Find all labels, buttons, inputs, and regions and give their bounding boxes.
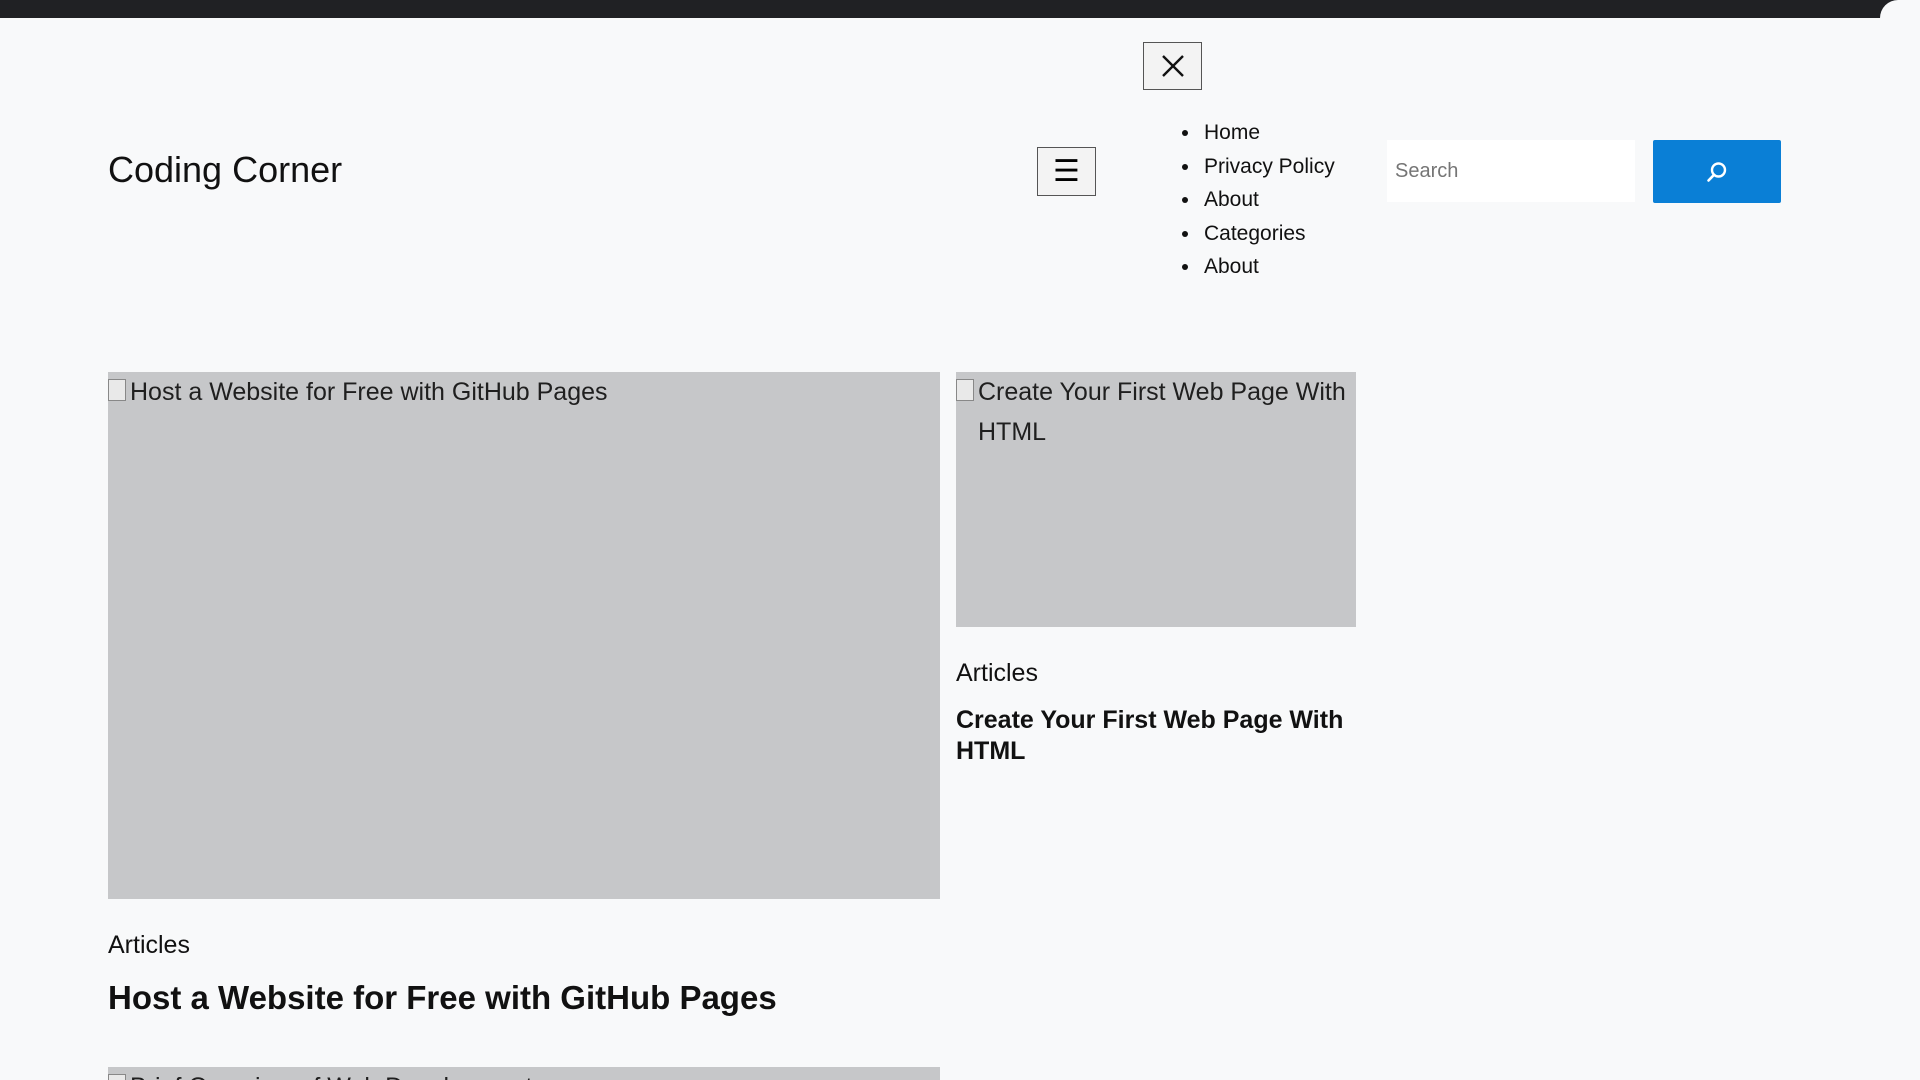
nav-item-home: Home bbox=[1174, 116, 1335, 150]
browser-top-bar bbox=[0, 0, 1920, 18]
menu-toggle-button[interactable]: ☰ bbox=[1037, 147, 1096, 196]
close-icon bbox=[1161, 55, 1184, 77]
image-alt-text: Brief Overview of Web Development bbox=[108, 1067, 940, 1080]
nav-item-categories: Categories bbox=[1174, 217, 1335, 251]
post-category[interactable]: Articles bbox=[956, 659, 1038, 688]
search-input[interactable] bbox=[1387, 140, 1635, 202]
nav-link-home[interactable]: Home bbox=[1204, 121, 1260, 144]
post-title[interactable]: Create Your First Web Page With HTML bbox=[956, 705, 1356, 767]
nav-link-about[interactable]: About bbox=[1204, 188, 1259, 211]
search-button[interactable] bbox=[1653, 140, 1781, 203]
nav-link-privacy-policy[interactable]: Privacy Policy bbox=[1204, 155, 1335, 178]
search-icon bbox=[1707, 161, 1727, 182]
main-navigation: Home Privacy Policy About Categories Abo… bbox=[1174, 116, 1335, 284]
nav-item-about: About bbox=[1174, 183, 1335, 217]
post-featured-image[interactable]: Create Your First Web Page With HTML bbox=[956, 372, 1356, 627]
nav-link-categories[interactable]: Categories bbox=[1204, 222, 1306, 245]
nav-item-privacy-policy: Privacy Policy bbox=[1174, 150, 1335, 184]
post-title[interactable]: Host a Website for Free with GitHub Page… bbox=[108, 979, 777, 1017]
image-alt-text: Create Your First Web Page With HTML bbox=[978, 378, 1346, 446]
hamburger-icon: ☰ bbox=[1053, 154, 1080, 188]
nav-item-about-2: About bbox=[1174, 250, 1335, 284]
nav-link-about-2[interactable]: About bbox=[1204, 255, 1259, 278]
close-menu-button[interactable] bbox=[1143, 42, 1202, 90]
site-title[interactable]: Coding Corner bbox=[108, 149, 342, 191]
image-alt-text: Host a Website for Free with GitHub Page… bbox=[130, 378, 608, 406]
post-featured-image[interactable]: Host a Website for Free with GitHub Page… bbox=[108, 372, 940, 899]
post-featured-image[interactable]: Brief Overview of Web Development bbox=[108, 1067, 940, 1080]
post-category[interactable]: Articles bbox=[108, 931, 190, 960]
